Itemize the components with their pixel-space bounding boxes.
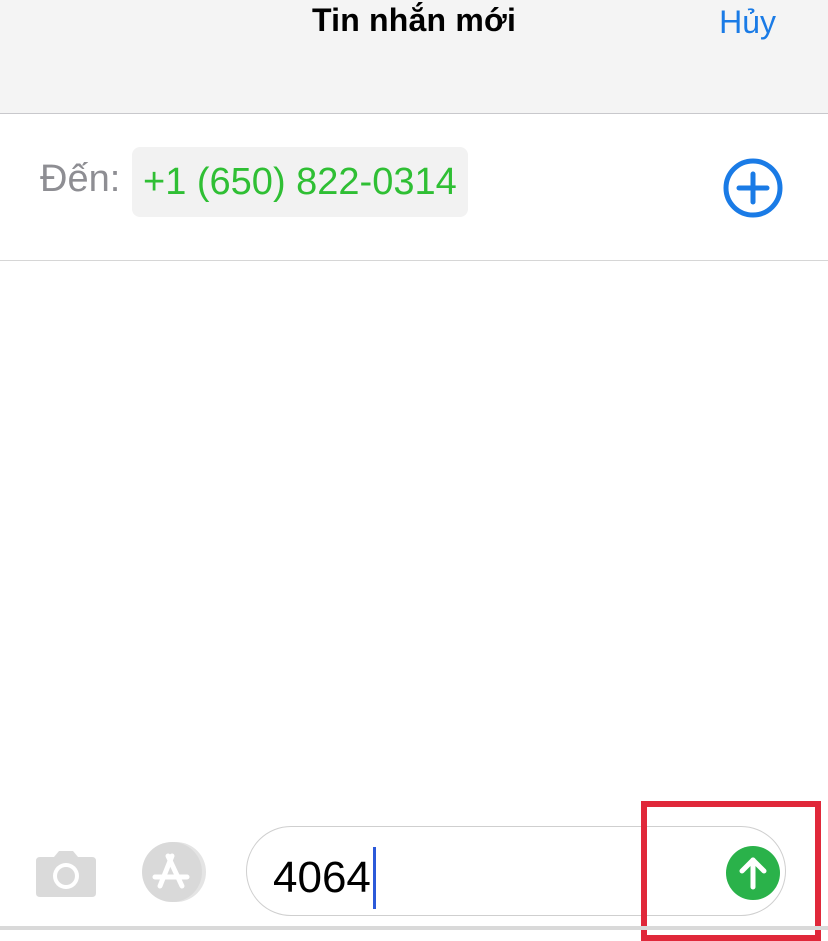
to-label: Đến: — [40, 158, 121, 200]
text-caret — [372, 847, 376, 909]
page-title: Tin nhắn mới — [311, 2, 517, 38]
recipient-chip[interactable]: +1 (650) 822-0314 — [132, 147, 468, 217]
bottom-divider — [0, 926, 828, 930]
plus-circle-icon[interactable] — [722, 157, 784, 219]
recipient-row[interactable]: Đến: +1 (650) 822-0314 — [0, 114, 828, 261]
camera-icon[interactable] — [34, 849, 98, 897]
send-highlight-box — [641, 801, 821, 941]
cancel-button[interactable]: Hủy — [719, 4, 776, 41]
app-store-icon[interactable] — [138, 842, 214, 902]
message-text: 4064 — [273, 853, 371, 902]
navigation-header: Tin nhắn mới Hủy — [0, 0, 828, 114]
